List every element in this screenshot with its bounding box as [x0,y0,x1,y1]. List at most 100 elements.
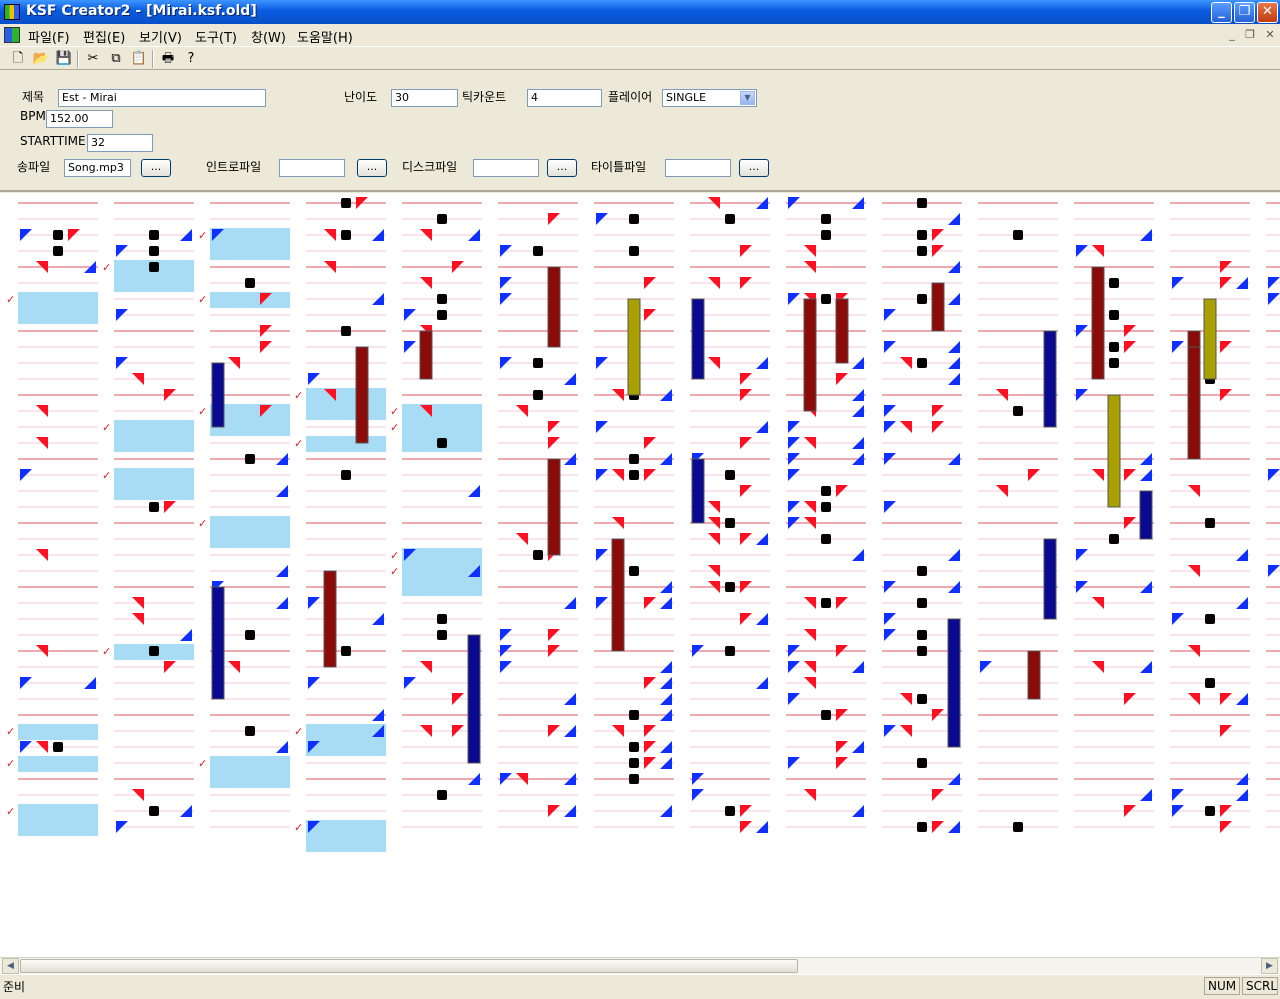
minimize-button[interactable]: _ [1211,2,1232,23]
toolbar-separator [77,50,79,68]
step-note-center [437,214,447,224]
step-note-center [341,326,351,336]
title-input[interactable]: Est - Mirai [58,89,266,107]
selection-highlight [114,468,194,500]
document-icon[interactable] [4,27,20,43]
row-check-mark: ✓ [294,821,303,834]
hold-note [1203,298,1217,380]
step-note-center [53,742,63,752]
close-button[interactable]: ✕ [1257,2,1278,23]
tickcount-input[interactable]: 4 [527,89,602,107]
selection-highlight [402,564,482,596]
step-note-center [725,646,735,656]
difficulty-input[interactable]: 30 [391,89,458,107]
copy-icon[interactable]: ⧉ [107,50,125,68]
row-check-mark: ✓ [6,805,15,818]
mdi-close-button[interactable]: ✕ [1262,28,1278,42]
open-folder-icon[interactable]: 📂 [32,50,50,68]
song-file-input[interactable]: Song.mp3 [64,159,131,177]
step-note-center [437,790,447,800]
step-chart-canvas[interactable]: ✓ ✓ ✓ ✓ ✓ ✓ ✓ ✓ ✓ ✓ ✓ ✓ ✓ ✓ ✓ ✓ ✓ ✓ ✓ ✓ ✓ [0,193,1280,957]
selection-highlight [210,756,290,788]
new-file-icon[interactable]: 🗋 [9,50,27,68]
status-bar: 준비 NUM SCRL [0,974,1280,999]
row-check-mark: ✓ [390,565,399,578]
toolbar-separator [152,50,154,68]
horizontal-scrollbar[interactable]: ◀ ▶ [0,957,1280,974]
step-note-center [1109,358,1119,368]
hold-note [211,586,225,700]
save-icon[interactable]: 💾 [55,50,73,68]
row-check-mark: ✓ [294,437,303,450]
mdi-restore-button[interactable]: ❐ [1242,28,1258,42]
hold-note [1043,538,1057,620]
bpm-label: BPM [20,109,46,123]
hold-note [931,282,945,332]
step-note-center [149,230,159,240]
intro-file-browse-button[interactable]: ... [357,159,387,177]
song-file-label: 송파일 [17,160,51,174]
step-note-center [1205,518,1215,528]
selection-highlight [306,388,386,420]
intro-file-input[interactable] [279,159,345,177]
step-note-center [821,534,831,544]
row-check-mark: ✓ [294,725,303,738]
step-note-center [1109,278,1119,288]
cut-icon[interactable]: ✂ [84,50,102,68]
hold-note [611,538,625,652]
step-note-center [917,598,927,608]
step-note-center [821,230,831,240]
step-note-center [917,822,927,832]
step-note-center [341,470,351,480]
title-file-browse-button[interactable]: ... [739,159,769,177]
restore-button[interactable]: ❐ [1234,2,1255,23]
menu-file[interactable]: 파일(F) [28,27,70,46]
scroll-thumb[interactable] [20,959,798,973]
print-icon[interactable]: 🖶 [159,50,177,68]
selection-highlight [18,804,98,836]
selection-highlight [210,516,290,548]
step-note-center [1205,806,1215,816]
hold-note [947,618,961,748]
step-note-center [917,230,927,240]
hold-note [211,362,225,428]
chevron-down-icon[interactable]: ▼ [740,91,755,105]
step-note-center [821,294,831,304]
menu-help[interactable]: 도움말(H) [297,27,353,46]
step-note-center [53,246,63,256]
song-file-browse-button[interactable]: ... [141,159,171,177]
row-check-mark: ✓ [390,405,399,418]
bpm-input[interactable]: 152.00 [46,110,113,128]
step-chart-editor[interactable]: ✓ ✓ ✓ ✓ ✓ ✓ ✓ ✓ ✓ ✓ ✓ ✓ ✓ ✓ ✓ ✓ ✓ ✓ ✓ ✓ ✓ [0,193,1280,957]
help-icon[interactable]: ? [182,50,200,68]
disc-file-browse-button[interactable]: ... [547,159,577,177]
step-note-center [821,214,831,224]
step-note-center [917,694,927,704]
scroll-right-arrow-icon[interactable]: ▶ [1261,958,1278,974]
window-title: KSF Creator2 - [Mirai.ksf.old] [26,3,257,19]
step-note-center [437,294,447,304]
menu-tools[interactable]: 도구(T) [195,27,237,46]
mdi-minimize-button[interactable]: _ [1224,28,1240,42]
title-file-input[interactable] [665,159,731,177]
menu-view[interactable]: 보기(V) [139,27,182,46]
step-note-center [725,518,735,528]
hold-note [1091,266,1105,380]
scroll-left-arrow-icon[interactable]: ◀ [2,958,19,974]
menu-window[interactable]: 창(W) [251,27,286,46]
step-note-center [341,198,351,208]
status-text: 준비 [3,980,26,994]
hold-note [835,298,849,364]
tickcount-label: 틱카운트 [462,90,507,104]
step-note-center [533,246,543,256]
selection-highlight [18,756,98,772]
paste-icon[interactable]: 📋 [130,50,148,68]
row-check-mark: ✓ [390,549,399,562]
disc-file-input[interactable] [473,159,539,177]
menu-edit[interactable]: 편집(E) [83,27,125,46]
app-icon[interactable] [4,4,20,20]
row-check-mark: ✓ [6,757,15,770]
step-note-center [437,630,447,640]
starttime-input[interactable]: 32 [87,134,153,152]
player-select[interactable]: SINGLE ▼ [662,89,757,107]
